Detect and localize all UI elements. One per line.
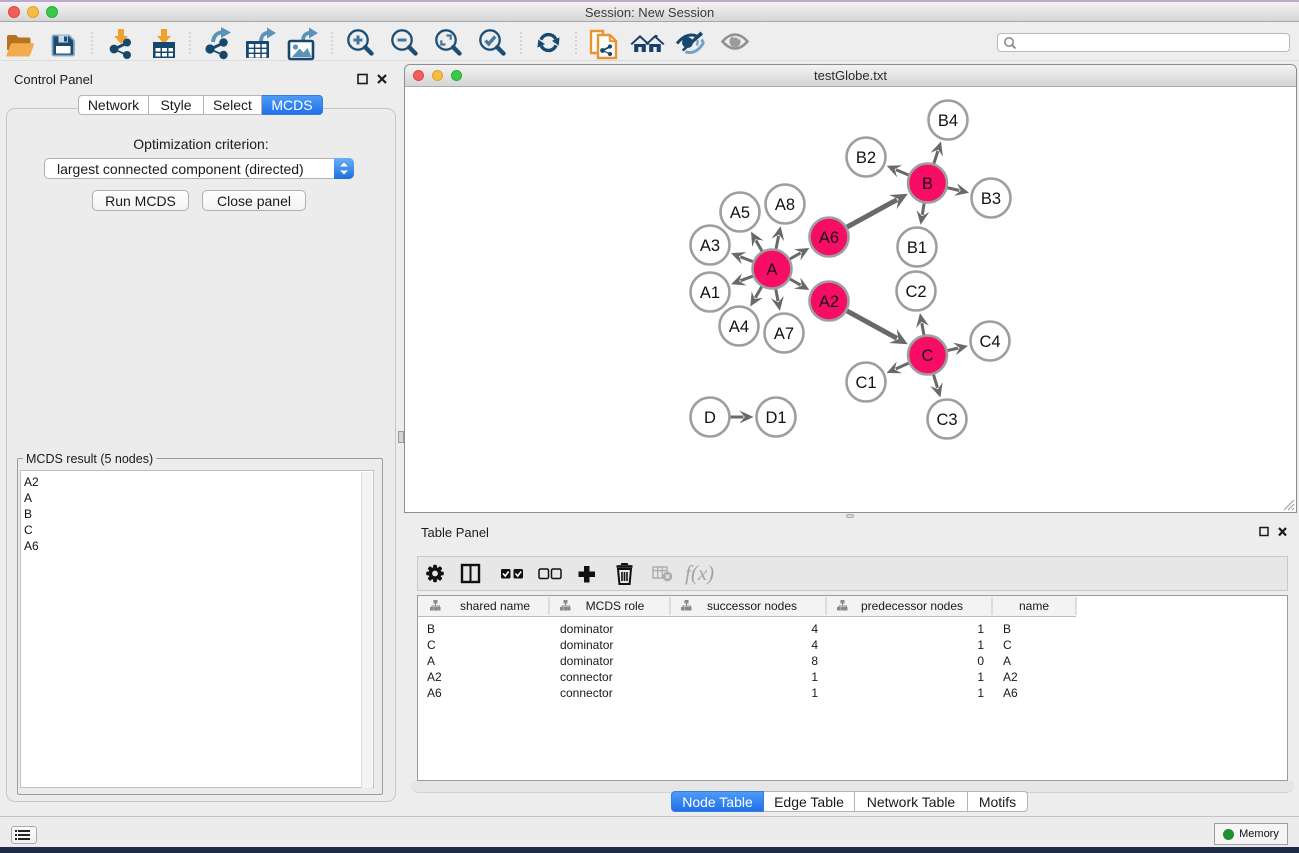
svg-text:shared name: shared name [460,599,530,613]
svg-text:C1: C1 [855,374,876,392]
svg-text:A5: A5 [730,204,750,222]
svg-text:A4: A4 [729,318,749,336]
svg-text:1: 1 [977,622,984,636]
svg-text:1: 1 [811,686,818,700]
svg-text:dominator: dominator [560,654,613,668]
svg-text:B: B [922,175,933,193]
svg-text:4: 4 [811,638,818,652]
svg-text:B: B [427,622,435,636]
svg-text:C2: C2 [905,283,926,301]
svg-text:D1: D1 [765,409,786,427]
svg-text:C: C [1003,638,1012,652]
svg-text:1: 1 [977,686,984,700]
svg-text:A7: A7 [774,325,794,343]
svg-text:B4: B4 [938,112,958,130]
svg-text:C3: C3 [936,411,957,429]
svg-text:A8: A8 [775,196,795,214]
svg-text:8: 8 [811,654,818,668]
svg-text:predecessor nodes: predecessor nodes [861,599,963,613]
svg-text:C: C [427,638,436,652]
svg-text:A1: A1 [700,284,720,302]
svg-text:name: name [1019,599,1049,613]
svg-text:1: 1 [977,638,984,652]
svg-text:successor nodes: successor nodes [707,599,797,613]
svg-text:B3: B3 [981,190,1001,208]
svg-text:A2: A2 [819,293,839,311]
svg-text:f(x): f(x) [685,561,714,585]
svg-text:B: B [1003,622,1011,636]
svg-text:C4: C4 [979,333,1000,351]
svg-text:A3: A3 [700,237,720,255]
svg-text:1: 1 [811,670,818,684]
svg-text:A6: A6 [1003,686,1018,700]
svg-text:D: D [704,409,716,427]
svg-text:MCDS role: MCDS role [586,599,645,613]
svg-text:0: 0 [977,654,984,668]
svg-text:A2: A2 [1003,670,1018,684]
svg-text:4: 4 [811,622,818,636]
svg-text:connector: connector [560,670,613,684]
svg-text:A: A [766,261,777,279]
svg-text:A: A [1003,654,1011,668]
svg-text:connector: connector [560,686,613,700]
svg-text:dominator: dominator [560,638,613,652]
svg-text:A2: A2 [427,670,442,684]
svg-text:A6: A6 [819,229,839,247]
svg-text:dominator: dominator [560,622,613,636]
svg-text:1: 1 [977,670,984,684]
svg-text:B1: B1 [907,239,927,257]
svg-text:C: C [922,347,934,365]
svg-text:A6: A6 [427,686,442,700]
svg-text:B2: B2 [856,149,876,167]
svg-text:A: A [427,654,435,668]
